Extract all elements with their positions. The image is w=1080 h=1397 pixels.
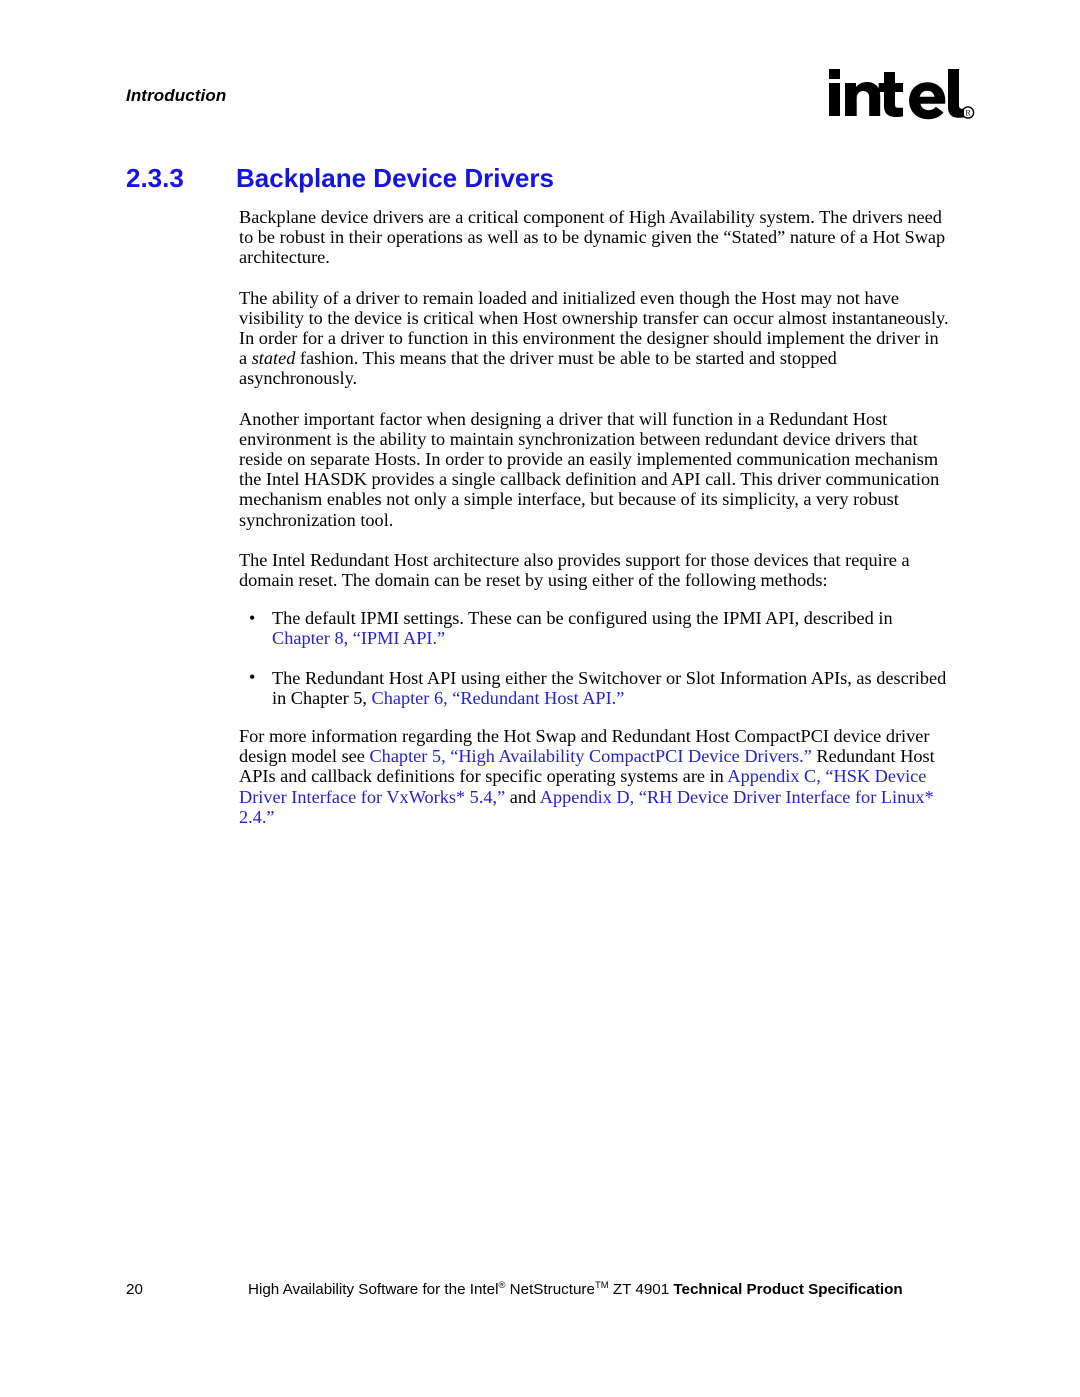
cross-reference-link[interactable]: Chapter 5, “High Availability CompactPCI… xyxy=(369,746,811,766)
footer-document-title: High Availability Software for the Intel… xyxy=(248,1281,956,1298)
cross-reference-link[interactable]: Chapter 6, “Redundant Host API.” xyxy=(372,688,625,708)
svg-text:R: R xyxy=(965,109,971,118)
paragraph-4: The Intel Redundant Host architecture al… xyxy=(239,550,949,590)
list-item: • The Redundant Host API using either the… xyxy=(239,667,949,708)
footer-spec-label: Technical Product Specification xyxy=(673,1281,903,1298)
paragraph-4-text: The Intel Redundant Host architecture al… xyxy=(239,549,910,591)
paragraph-1: Backplane device drivers are a critical … xyxy=(239,207,949,268)
list-item-text: The default IPMI settings. These can be … xyxy=(272,608,893,629)
running-header-chapter-title: Introduction xyxy=(126,86,227,105)
bullet-point-icon: • xyxy=(249,667,256,688)
bullet-point-icon: • xyxy=(249,607,256,628)
document-page: Introduction R 2.3.3 Backplane Device Dr… xyxy=(0,0,1080,1397)
page-title: 2.3.3 Backplane Device Drivers xyxy=(126,163,946,194)
footer-text-3: ZT 4901 xyxy=(608,1281,674,1298)
paragraph-1-text: Backplane device drivers are a critical … xyxy=(239,207,946,268)
paragraph-3: Another important factor when designing … xyxy=(239,409,949,530)
paragraph-5: For more information regarding the Hot S… xyxy=(239,726,949,827)
page-number: 20 xyxy=(126,1281,143,1298)
intel-logo: R xyxy=(827,62,975,132)
paragraph-5-text-c: and xyxy=(505,786,540,807)
intel-logo-icon: R xyxy=(829,69,975,120)
list-item: • The default IPMI settings. These can be… xyxy=(239,607,949,649)
paragraph-2-emphasis: stated xyxy=(251,348,296,369)
registered-mark-icon: R xyxy=(961,106,975,119)
body-content: Backplane device drivers are a critical … xyxy=(239,207,949,847)
section-number: 2.3.3 xyxy=(126,163,184,193)
page-footer: 20 High Availability Software for the In… xyxy=(126,1281,956,1298)
section-title: Backplane Device Drivers xyxy=(236,163,554,193)
footer-text-1: High Availability Software for the Intel xyxy=(248,1281,499,1298)
methods-bullet-list: • The default IPMI settings. These can be… xyxy=(239,608,949,708)
paragraph-2-text-after: fashion. This means that the driver must… xyxy=(239,348,837,389)
cross-reference-link[interactable]: Chapter 8, “IPMI API.” xyxy=(272,628,445,648)
trademark-symbol: TM xyxy=(594,1279,609,1291)
paragraph-3-text: Another important factor when designing … xyxy=(239,408,940,530)
footer-text-2: NetStructure xyxy=(505,1281,595,1298)
paragraph-2: The ability of a driver to remain loaded… xyxy=(239,288,949,389)
